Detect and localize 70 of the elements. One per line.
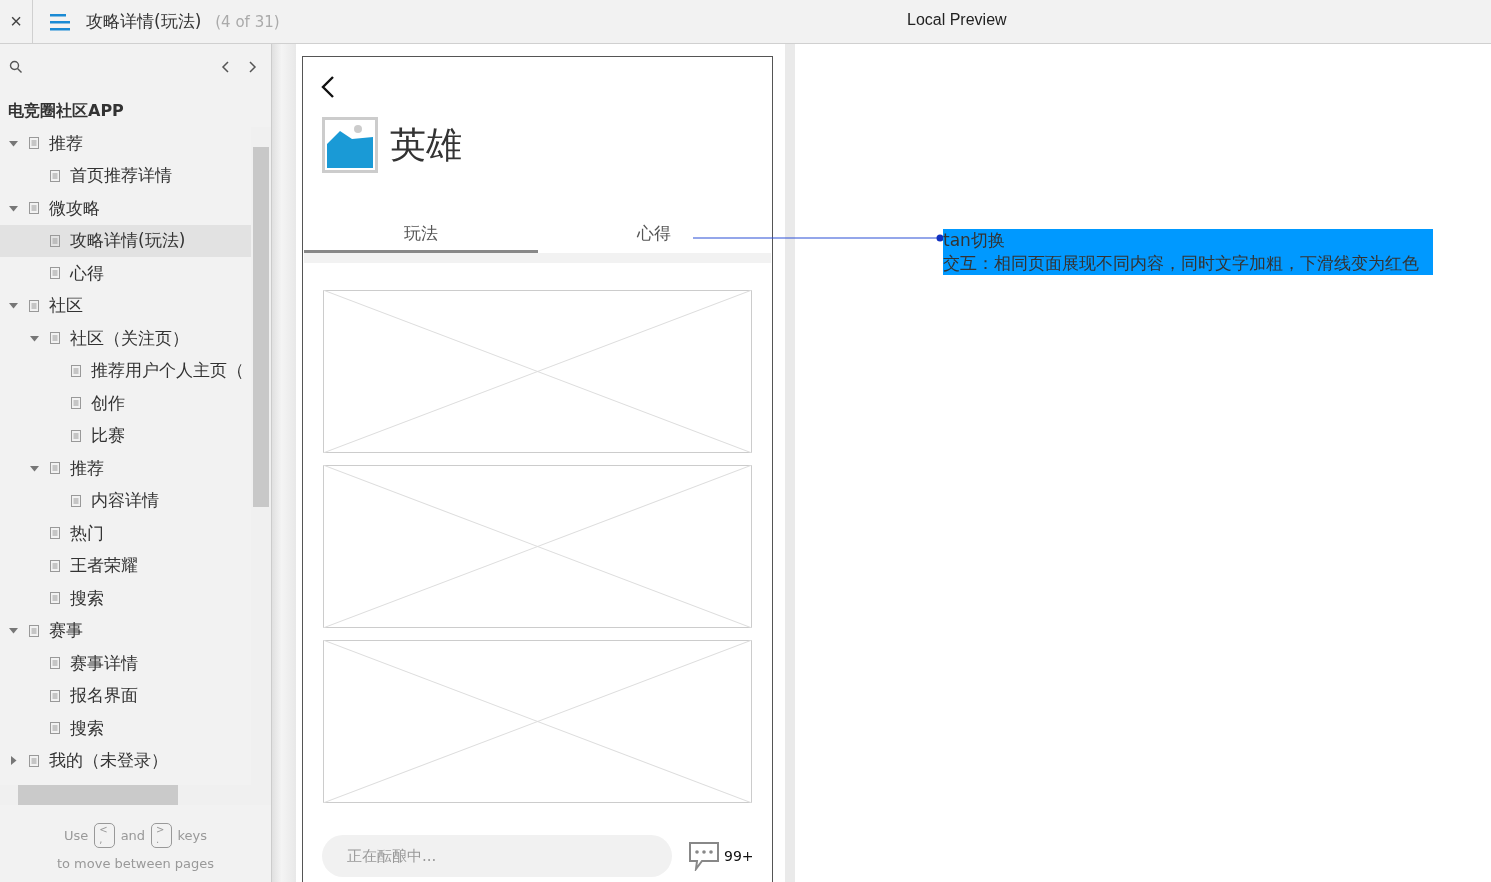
page-tree-item[interactable]: 推荐 <box>0 452 251 485</box>
comment-input-field[interactable]: 正在酝酿中... <box>322 835 672 877</box>
page-title: 攻略详情(玩法) <box>86 10 202 33</box>
close-button[interactable]: × <box>0 0 33 43</box>
hero-title: 英雄 <box>390 122 462 167</box>
page-count: (4 of 31) <box>215 12 280 31</box>
page-icon <box>29 299 39 312</box>
page-icon <box>29 754 39 767</box>
page-icon <box>29 137 39 150</box>
keycap: > . <box>151 823 172 848</box>
page-tree-item[interactable]: 热门 <box>0 517 251 550</box>
page-icon <box>50 234 60 247</box>
page-tree-item[interactable]: 社区 <box>0 289 251 322</box>
page-icon <box>50 267 60 280</box>
page-icon <box>71 429 81 442</box>
page-tree-item[interactable]: 赛事 <box>0 614 251 647</box>
page-tree-item[interactable]: 攻略详情(玩法) <box>0 224 251 257</box>
annotation-text: 交互：相同页面展现不同内容，同时文字加粗，下滑线变为红色 <box>943 253 1433 275</box>
image-icon <box>322 117 378 173</box>
caret-icon[interactable] <box>9 138 18 148</box>
page-icon <box>50 689 60 702</box>
page-icon <box>29 202 39 215</box>
menu-icon[interactable] <box>50 12 72 31</box>
preview-title: Local Preview <box>907 11 1007 29</box>
page-tree-item[interactable]: 比赛 <box>0 419 251 452</box>
page-tree-item[interactable]: 心得 <box>0 257 251 290</box>
caret-icon[interactable] <box>9 756 18 766</box>
page-tree-item[interactable]: 王者荣耀 <box>0 549 251 582</box>
keycap: < , <box>94 823 115 848</box>
caret-icon[interactable] <box>9 203 18 213</box>
page-tree-item[interactable]: 搜索 <box>0 712 251 745</box>
page-icon <box>50 722 60 735</box>
page-tree-item[interactable]: 报名界面 <box>0 679 251 712</box>
page-tree-item[interactable]: 赛事详情 <box>0 647 251 680</box>
page-icon <box>29 624 39 637</box>
page-icon <box>50 657 60 670</box>
next-page-icon[interactable] <box>247 60 257 74</box>
page-icon <box>71 397 81 410</box>
page-tree-item[interactable]: 我的（未登录） <box>0 744 251 777</box>
previous-page-icon[interactable] <box>221 60 231 74</box>
page-tree-item[interactable]: 内容详情 <box>0 484 251 517</box>
page-tree-item[interactable]: 推荐 <box>0 127 251 160</box>
page-tree-item[interactable]: 社区（关注页） <box>0 322 251 355</box>
caret-icon[interactable] <box>9 301 18 311</box>
page-icon <box>50 527 60 540</box>
caret-icon[interactable] <box>30 463 39 473</box>
annotation-title: tan切换 <box>943 229 1433 253</box>
caret-icon[interactable] <box>9 626 18 636</box>
page-icon <box>50 332 60 345</box>
hint-text: keys <box>177 828 208 843</box>
page-icon <box>50 462 60 475</box>
page-tree-item[interactable]: 推荐用户个人主页（ <box>0 354 251 387</box>
page-tree-item[interactable]: 创作 <box>0 387 251 420</box>
project-title: 电竞圈社区APP <box>7 100 125 122</box>
caret-icon[interactable] <box>30 333 39 343</box>
hint-text: Use <box>63 828 89 843</box>
page-icon <box>50 592 60 605</box>
back-icon[interactable] <box>321 75 335 99</box>
page-tree-item[interactable]: 搜索 <box>0 582 251 615</box>
comment-count: 99+ <box>724 848 754 864</box>
comment-icon[interactable] <box>688 841 720 871</box>
hint-text: and <box>120 828 146 843</box>
page-tree-item[interactable]: 微攻略 <box>0 192 251 225</box>
page-icon <box>71 494 81 507</box>
hint-text: to move between pages <box>56 856 215 871</box>
page-icon <box>50 559 60 572</box>
page-tree-item[interactable]: 首页推荐详情 <box>0 159 251 192</box>
page-icon <box>71 364 81 377</box>
search-icon[interactable] <box>9 60 23 74</box>
page-icon <box>50 169 60 182</box>
